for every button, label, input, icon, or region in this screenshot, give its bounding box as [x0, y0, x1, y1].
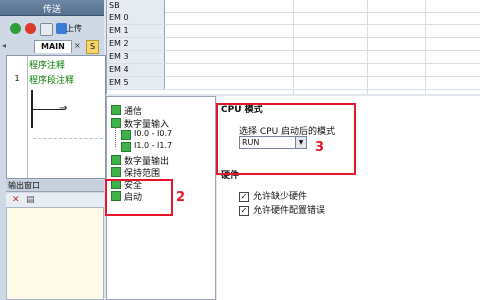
- row-label: EM 5: [107, 77, 165, 89]
- node-icon: [121, 130, 131, 140]
- transfer-label: 传送: [42, 5, 61, 15]
- gutter-divider: [27, 56, 28, 178]
- output-window-title: 输出窗口: [6, 180, 104, 192]
- program-tabs: ◂ MAIN × S: [0, 39, 104, 54]
- allow-missing-hardware-checkbox[interactable]: ✓ 允许缺少硬件: [239, 189, 307, 202]
- checkmark-icon: ✓: [239, 192, 249, 202]
- tab-scroll-icon[interactable]: ◂: [2, 40, 12, 52]
- column-divider: [367, 0, 368, 94]
- node-icon: [111, 155, 121, 165]
- row-label: EM 0: [107, 12, 165, 24]
- compile-icon[interactable]: [40, 23, 53, 36]
- tree-item-i1[interactable]: I1.0 - I1.7: [121, 141, 172, 152]
- row-label: EM 4: [107, 64, 165, 76]
- upload-button[interactable]: 上传: [66, 23, 82, 34]
- stop-icon[interactable]: [25, 23, 36, 34]
- network-comment[interactable]: 程序段注释: [29, 73, 74, 86]
- output-toolbar: ✕ ▤: [6, 193, 104, 207]
- program-comment[interactable]: 程序注释: [29, 58, 65, 71]
- annotation-box-2: [105, 179, 173, 216]
- tree-connector: [115, 127, 117, 147]
- annotation-box-3: [216, 103, 356, 175]
- tree-item-i0[interactable]: I0.0 - I0.7: [121, 129, 172, 140]
- module-table: SB EM 0 EM 1 EM 2 EM 3 EM 4 EM 5: [106, 0, 480, 94]
- column-divider: [425, 0, 426, 94]
- transfer-button[interactable]: 传送: [0, 0, 104, 16]
- node-icon: [111, 105, 121, 115]
- clear-output-icon[interactable]: ✕: [12, 195, 20, 205]
- rung-separator: [33, 138, 103, 140]
- annotation-number-3: 3: [315, 140, 325, 155]
- node-icon: [121, 142, 131, 152]
- checkmark-icon: ✓: [239, 206, 249, 216]
- close-tab-icon[interactable]: ×: [74, 40, 81, 52]
- node-icon: [111, 167, 121, 177]
- rung-arrow-icon: →: [59, 103, 68, 114]
- allow-config-error-checkbox[interactable]: ✓ 允许硬件配置错误: [239, 203, 325, 216]
- tab-sbr[interactable]: S: [86, 40, 100, 54]
- tree-item-communication[interactable]: 通信: [111, 104, 142, 117]
- tab-main[interactable]: MAIN: [34, 40, 72, 53]
- run-icon[interactable]: [10, 23, 21, 34]
- copy-output-icon[interactable]: ▤: [26, 195, 35, 205]
- editor-toolbar: 上传: [0, 20, 104, 38]
- row-label: SB: [107, 0, 165, 12]
- row-label: EM 3: [107, 51, 165, 63]
- output-window[interactable]: [6, 207, 104, 300]
- ladder-editor[interactable]: 程序注释 1 程序段注释 →: [6, 55, 106, 179]
- network-number: 1: [14, 74, 20, 83]
- column-divider: [293, 0, 294, 94]
- row-label: EM 2: [107, 38, 165, 50]
- row-label: EM 1: [107, 25, 165, 37]
- annotation-number-2: 2: [176, 190, 186, 205]
